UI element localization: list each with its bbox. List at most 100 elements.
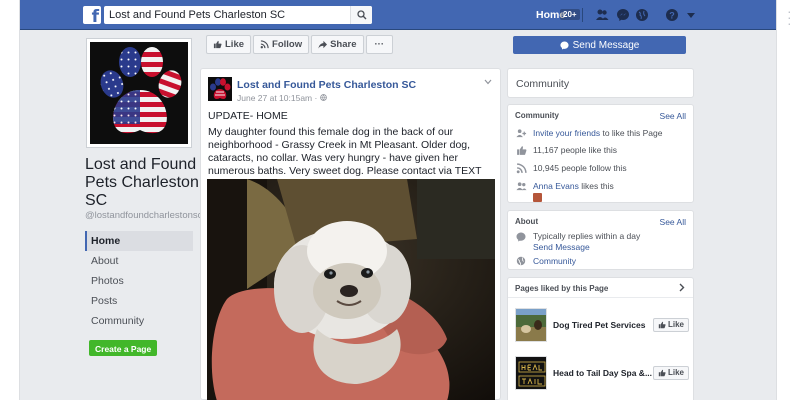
window-right-margin: · · · [776,0,800,400]
invite-friends-suffix: to like this Page [600,128,663,138]
community-section-title: Community [516,78,570,90]
follow-page-button[interactable]: Follow [253,35,310,54]
send-message-button[interactable]: Send Message [513,36,686,54]
invite-friends-icon [515,127,527,139]
top-navigation-bar: f Home 20+ ? [20,0,776,30]
search-icon [356,10,366,20]
about-community-link[interactable]: Community [533,256,576,266]
thumbs-up-icon [515,144,527,156]
liked-page-thumbnail[interactable] [515,356,547,390]
friend-requests-icon[interactable] [595,8,609,22]
thumbs-up-icon [658,369,666,377]
nav-divider [582,8,583,22]
more-actions-button[interactable]: ··· [365,35,393,54]
response-time-row: Typically replies within a day Send Mess… [515,231,640,253]
paw-flag-logo [90,42,188,144]
liked-page-name[interactable]: Head to Tail Day Spa &... [553,368,653,378]
send-message-label: Send Message [572,39,640,51]
liked-page-like-label: Like [667,320,684,329]
post-card: Lost and Found Pets Charleston SC June 2… [200,68,501,400]
liked-page-like-button[interactable]: Like [652,366,689,380]
invite-friends-link[interactable]: Invite your friends [533,128,600,138]
rss-follow-icon [515,162,527,174]
follows-count-text: 10,945 people follow this [533,163,627,173]
sidebar-item-about[interactable]: About [85,251,193,271]
response-time-text: Typically replies within a day [533,231,641,241]
notifications-globe-icon[interactable] [635,8,649,22]
liked-page-thumbnail[interactable] [515,308,547,342]
post-headline: UPDATE- HOME [208,110,288,122]
messenger-icon[interactable] [616,8,630,22]
window-left-margin [0,0,20,400]
response-time-block: Typically replies within a day Send Mess… [533,231,640,253]
divider [508,297,693,298]
community-header-card: Community [507,68,694,98]
public-globe-icon [319,94,327,101]
thumbs-up-icon [213,40,222,49]
liked-page-row: Head to Tail Day Spa &... Like [515,355,689,391]
follows-count-row: 10,945 people follow this [515,162,627,174]
like-page-label: Like [225,39,245,50]
messenger-bubble-icon [515,231,527,243]
community-card-heading: Community [515,111,559,120]
svg-text:?: ? [669,11,675,21]
search-input[interactable] [104,7,350,23]
about-see-all-link[interactable]: See All [660,217,686,227]
messenger-bubble-icon [560,40,569,50]
sidebar-item-community[interactable]: Community [85,311,193,331]
follow-page-label: Follow [272,39,303,50]
page-sidebar-nav: Home About Photos Posts Community [85,231,193,331]
kebab-menu-icon[interactable]: · · · [787,4,792,30]
search-box [104,6,372,24]
invite-friends-row: Invite your friends to like this Page [515,127,662,139]
likes-count-row: 11,167 people like this [515,144,617,156]
likes-count-text: 11,167 people like this [533,145,617,155]
pages-liked-card: Pages liked by this Page Dog Tired Pet S… [507,277,694,400]
sidebar-item-posts[interactable]: Posts [85,291,193,311]
friend-likes-text: Anna Evans likes this [533,181,614,191]
community-see-all-link[interactable]: See All [660,111,686,121]
post-author-name[interactable]: Lost and Found Pets Charleston SC [237,79,416,91]
help-icon[interactable]: ? [665,8,679,22]
liked-page-row: Dog Tired Pet Services Like [515,307,689,343]
about-community-row: Community [515,255,576,267]
post-date-text: June 27 at 10:15am · [237,93,320,103]
friend-avatar[interactable] [533,193,542,202]
about-send-message-link[interactable]: Send Message [533,242,590,252]
friend-likes-suffix: likes this [578,181,614,191]
post-options-chevron-icon[interactable] [484,77,492,87]
liked-page-name[interactable]: Dog Tired Pet Services [553,320,653,330]
community-card: Community See All Invite your friends to… [507,104,694,203]
thumbs-up-icon [658,321,666,329]
community-globe-icon [515,255,527,267]
friend-likes-row: Anna Evans likes this [515,180,614,192]
facebook-logo-icon[interactable]: f [83,6,101,26]
post-author-avatar[interactable] [208,77,232,101]
liked-page-like-button[interactable]: Like [652,318,689,332]
post-photo-dog[interactable] [207,179,495,400]
about-card: About See All Typically replies within a… [507,210,694,270]
home-notification-badge: 20+ [560,9,580,20]
about-card-heading: About [515,217,539,226]
friends-icon [515,180,527,192]
chevron-right-icon[interactable] [679,283,685,295]
post-timestamp[interactable]: June 27 at 10:15am · [237,93,327,103]
sidebar-item-home[interactable]: Home [85,231,193,251]
share-arrow-icon [318,40,328,49]
like-page-button[interactable]: Like [206,35,252,54]
share-page-button[interactable]: Share [311,35,364,54]
page-handle: @lostandfoundcharlestonsc [85,210,203,221]
sidebar-item-photos[interactable]: Photos [85,271,193,291]
liked-page-like-label: Like [667,368,684,377]
friend-name-link[interactable]: Anna Evans [533,181,579,191]
rss-follow-icon [260,40,269,49]
search-button[interactable] [350,6,372,24]
invite-friends-text: Invite your friends to like this Page [533,128,662,138]
account-dropdown-icon[interactable] [684,8,698,22]
pages-liked-heading: Pages liked by this Page [515,284,609,293]
create-page-button[interactable]: Create a Page [89,340,158,356]
page-action-bar: Like Follow Share ··· [206,35,393,54]
page-title: Lost and Found Pets Charleston SC [85,156,199,209]
page-profile-picture[interactable] [86,38,192,148]
share-page-label: Share [330,39,357,50]
